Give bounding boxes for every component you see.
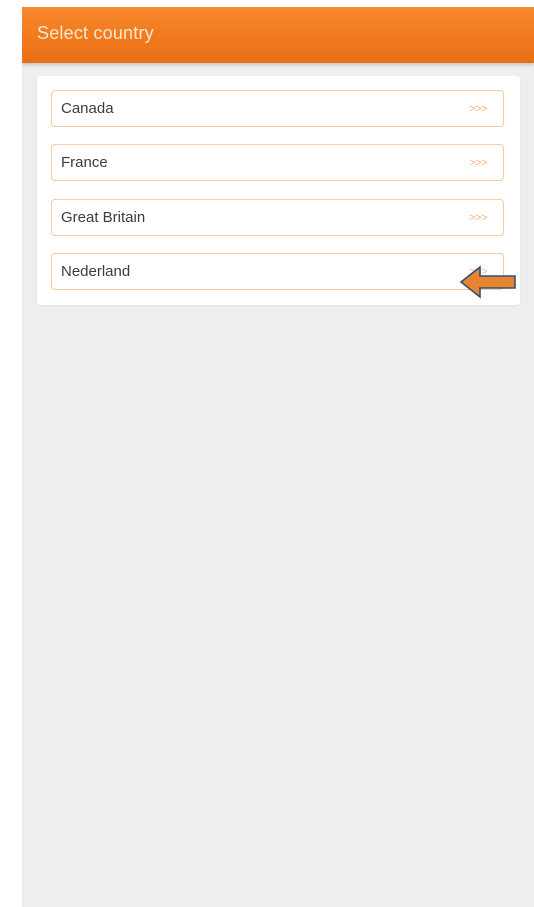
app-bar: Select country — [22, 7, 534, 63]
annotation-arrow-icon — [459, 265, 516, 299]
country-name: France — [61, 154, 108, 171]
country-item-nederland[interactable]: Nederland >>> — [51, 253, 504, 290]
country-list-card: Canada >>> France >>> Great Britain >>> … — [37, 76, 520, 305]
chevron-right-icon: >>> — [469, 157, 487, 169]
phone-screen: Select country Canada >>> France >>> Gre… — [22, 7, 534, 907]
country-item-france[interactable]: France >>> — [51, 144, 504, 181]
page-title: Select country — [37, 23, 154, 43]
country-name: Canada — [61, 100, 114, 117]
country-item-great-britain[interactable]: Great Britain >>> — [51, 199, 504, 236]
country-item-canada[interactable]: Canada >>> — [51, 90, 504, 127]
country-name: Great Britain — [61, 209, 146, 226]
chevron-right-icon: >>> — [469, 103, 487, 115]
country-name: Nederland — [61, 263, 131, 280]
chevron-right-icon: >>> — [469, 212, 487, 224]
